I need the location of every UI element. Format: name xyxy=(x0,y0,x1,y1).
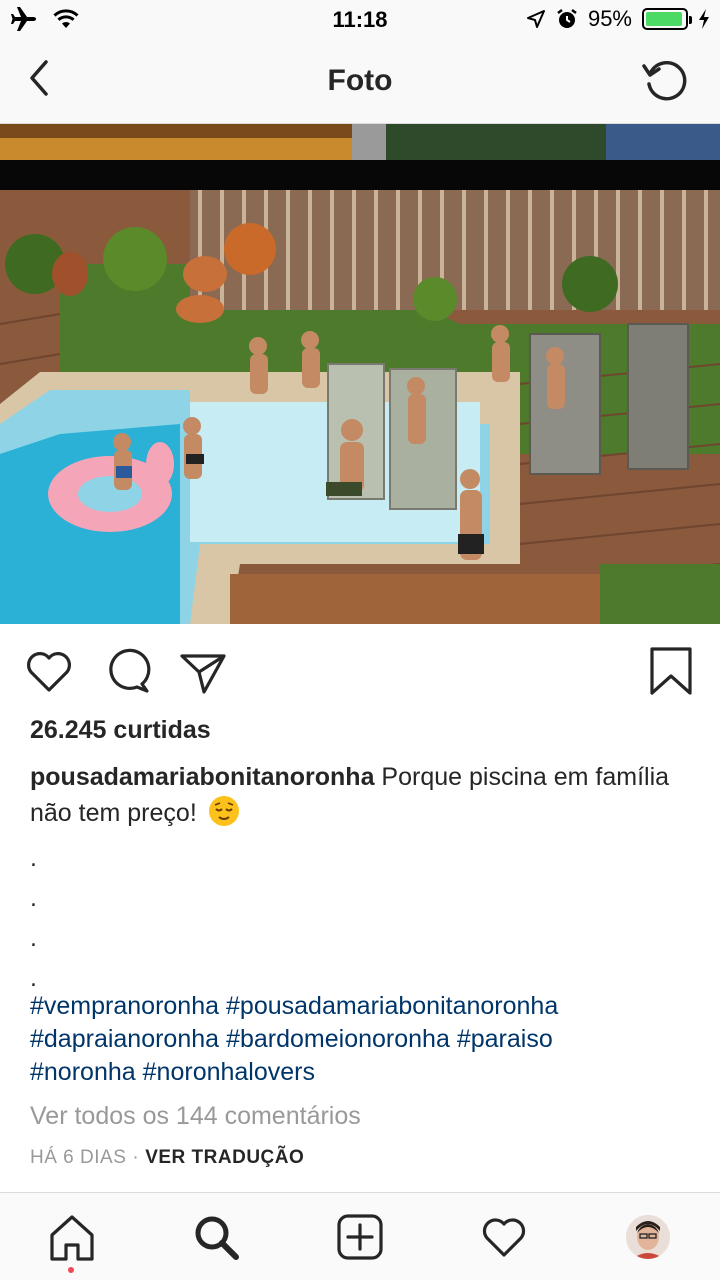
charging-icon xyxy=(699,9,709,29)
relieved-face-emoji xyxy=(208,796,239,826)
post-caption: pousadamariabonitanoronha Porque piscina… xyxy=(30,760,690,831)
battery-percent: 95% xyxy=(587,6,632,31)
heart-icon[interactable] xyxy=(24,646,74,696)
nav-header: Foto xyxy=(0,40,720,124)
hashtag-link[interactable]: #paraiso xyxy=(457,1025,553,1053)
comment-icon[interactable] xyxy=(102,646,152,696)
profile-avatar[interactable] xyxy=(626,1215,670,1259)
see-translation-link[interactable]: VER TRADUÇÃO xyxy=(145,1147,304,1168)
page-title: Foto xyxy=(327,64,393,97)
home-icon[interactable] xyxy=(48,1213,96,1261)
hashtag-link[interactable]: #vempranoronha xyxy=(30,992,219,1020)
avatar-image xyxy=(626,1215,670,1259)
status-right: 95% xyxy=(526,6,710,32)
post-meta: HÁ 6 DIAS · VER TRADUÇÃO xyxy=(30,1147,304,1169)
bottom-tab-bar xyxy=(0,1192,720,1280)
dot-line: . xyxy=(30,844,37,872)
status-bar: 11:18 95% xyxy=(0,0,720,40)
share-icon[interactable] xyxy=(178,646,228,696)
activity-heart-icon[interactable] xyxy=(480,1213,528,1261)
bookmark-icon[interactable] xyxy=(646,646,696,696)
dot-line: . xyxy=(30,924,37,952)
meta-separator: · xyxy=(132,1147,140,1168)
search-icon[interactable] xyxy=(192,1213,240,1261)
hashtag-link[interactable]: #bardomeionoronha xyxy=(226,1025,450,1053)
hashtag-link[interactable]: #noronha xyxy=(30,1058,136,1086)
pool-scene-image xyxy=(0,124,720,624)
caption-dots: . . . . xyxy=(30,838,37,998)
post-timestamp: HÁ 6 DIAS xyxy=(30,1147,127,1168)
hashtag-link[interactable]: #pousadamariabonitanoronha xyxy=(226,992,558,1020)
likes-count[interactable]: 26.245 curtidas xyxy=(30,716,211,745)
battery-icon xyxy=(642,8,692,30)
hashtag-link[interactable]: #noronhalovers xyxy=(143,1058,315,1086)
battery-fill xyxy=(646,12,683,26)
post-actions xyxy=(0,640,720,700)
dot-line: . xyxy=(30,884,37,912)
post-photo[interactable] xyxy=(0,124,720,624)
caption-username[interactable]: pousadamariabonitanoronha xyxy=(30,763,374,791)
add-icon[interactable] xyxy=(336,1213,384,1261)
notification-dot xyxy=(68,1267,74,1273)
hashtags: #vempranoronha #pousadamariabonitanoronha… xyxy=(30,990,700,1089)
view-all-comments-link[interactable]: Ver todos os 144 comentários xyxy=(30,1102,361,1131)
alarm-icon xyxy=(557,9,577,28)
location-icon xyxy=(526,10,545,28)
refresh-icon[interactable] xyxy=(640,54,692,106)
hashtag-link[interactable]: #dapraianoronha xyxy=(30,1025,219,1053)
